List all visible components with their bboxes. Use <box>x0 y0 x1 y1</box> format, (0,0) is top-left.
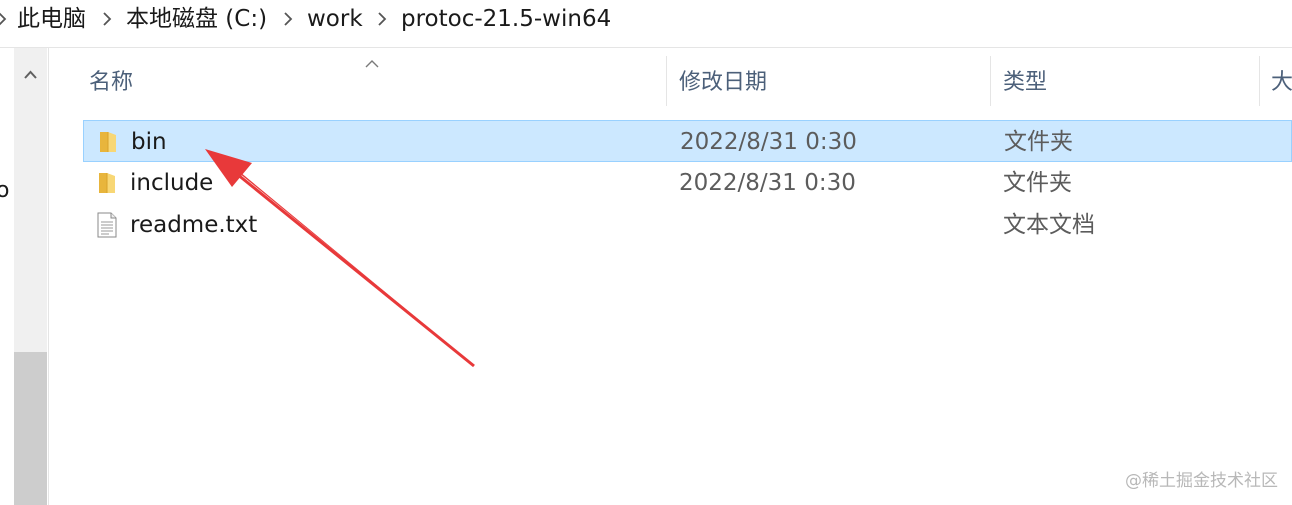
file-explorer-window: 此电脑 本地磁盘 (C:) work protoc-21.5-win64 o 名… <box>0 0 1292 505</box>
file-name: readme.txt <box>130 212 258 238</box>
address-bar-divider <box>0 47 1292 48</box>
chevron-right-icon[interactable] <box>0 12 8 26</box>
column-header-type[interactable]: 类型 <box>1003 62 1047 106</box>
column-header-name[interactable]: 名称 <box>89 62 133 106</box>
file-row[interactable]: readme.txt 文本文档 <box>83 204 1292 246</box>
column-header-date[interactable]: 修改日期 <box>679 62 767 106</box>
column-resize-handle[interactable] <box>666 56 667 106</box>
file-row[interactable]: bin 2022/8/31 0:30 文件夹 <box>83 120 1292 162</box>
text-file-icon <box>95 212 119 238</box>
file-row[interactable]: include 2022/8/31 0:30 文件夹 <box>83 162 1292 204</box>
file-date: 2022/8/31 0:30 <box>679 170 856 196</box>
breadcrumb-item-local-disk[interactable]: 本地磁盘 (C:) <box>126 0 267 40</box>
breadcrumb-item-work[interactable]: work <box>307 0 363 40</box>
column-resize-handle[interactable] <box>990 56 991 106</box>
file-name: include <box>130 170 214 196</box>
folder-icon <box>95 170 119 196</box>
file-date: 2022/8/31 0:30 <box>680 129 857 155</box>
pane-divider[interactable] <box>48 48 49 505</box>
scroll-up-icon[interactable] <box>14 58 47 92</box>
file-type: 文件夹 <box>1003 170 1072 196</box>
sort-ascending-icon <box>364 54 380 68</box>
folder-icon <box>96 129 120 155</box>
chevron-right-icon[interactable] <box>376 12 388 26</box>
nav-pane-scrollbar-thumb[interactable] <box>14 352 47 505</box>
column-resize-handle[interactable] <box>1259 56 1260 106</box>
watermark: @稀土掘金技术社区 <box>1125 471 1278 491</box>
column-header-size[interactable]: 大 <box>1271 62 1292 106</box>
breadcrumb: 此电脑 本地磁盘 (C:) work protoc-21.5-win64 <box>0 0 1292 46</box>
file-type: 文本文档 <box>1003 212 1095 238</box>
file-type: 文件夹 <box>1004 129 1073 155</box>
nav-pane-clipped-text[interactable]: o <box>0 178 9 203</box>
breadcrumb-item-protoc[interactable]: protoc-21.5-win64 <box>401 0 611 40</box>
breadcrumb-item-this-pc[interactable]: 此电脑 <box>17 0 86 40</box>
annotation-arrow <box>205 149 476 368</box>
chevron-right-icon[interactable] <box>282 12 294 26</box>
file-name: bin <box>131 129 167 155</box>
chevron-right-icon[interactable] <box>101 12 113 26</box>
